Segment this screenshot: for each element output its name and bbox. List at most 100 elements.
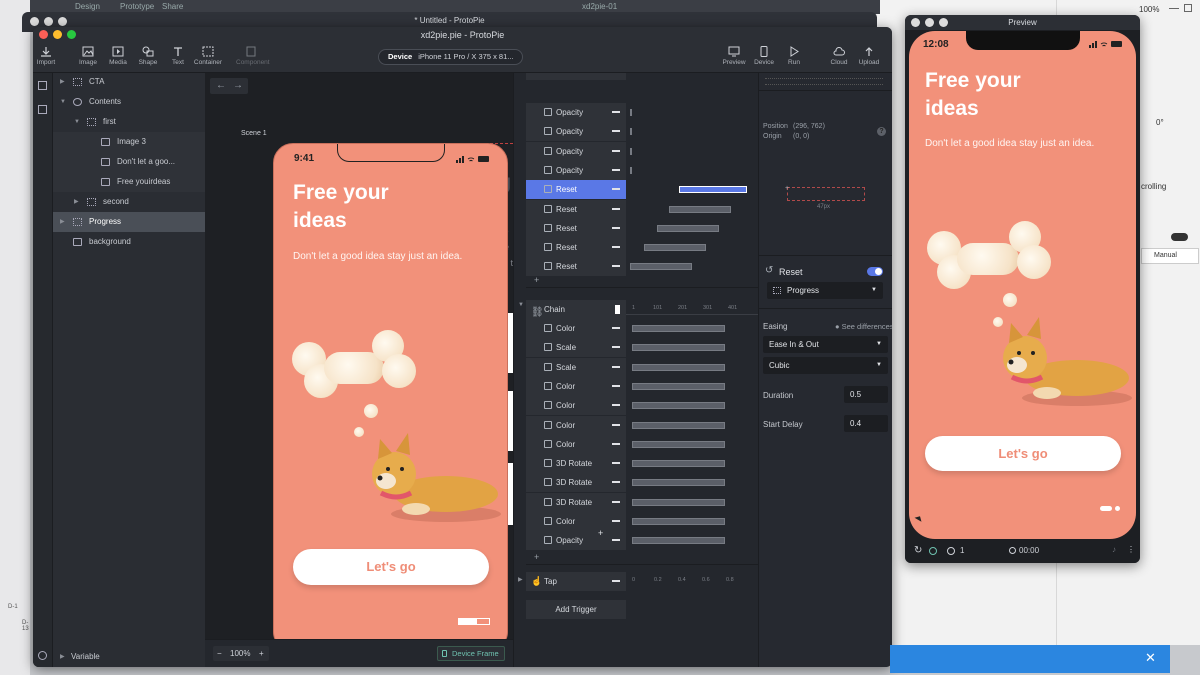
chevron-right-icon[interactable]: ▶ — [60, 212, 65, 232]
timeline-bar[interactable] — [630, 128, 632, 136]
help-icon[interactable]: ? — [877, 127, 886, 136]
layer-image-3[interactable]: Image 3 — [53, 132, 205, 152]
assets-icon[interactable] — [38, 105, 47, 114]
back-arrow-icon[interactable]: ← — [216, 78, 226, 93]
bg-tab-prototype[interactable]: Prototype — [120, 2, 154, 11]
media-button[interactable]: Media — [103, 46, 133, 66]
add-trigger-button[interactable]: Add Trigger — [526, 600, 626, 619]
target-layer-select[interactable]: Progress ▼ — [767, 282, 883, 299]
text-button[interactable]: Text — [163, 46, 193, 66]
response-row[interactable]: Opacity — [526, 122, 626, 142]
response-row[interactable]: Color — [526, 319, 626, 338]
timeline-bar[interactable] — [679, 186, 747, 194]
timeline-bar[interactable] — [669, 205, 731, 213]
timeline-bar[interactable] — [630, 166, 632, 174]
preview-button[interactable]: Preview — [719, 46, 749, 66]
bg-toggle[interactable] — [1171, 233, 1188, 241]
zoom-out-icon[interactable]: − — [217, 646, 222, 661]
canvas-area[interactable]: ← → Scene 1 J To ne — t 9:41 Free your i… — [205, 73, 513, 667]
timeline-bar[interactable] — [630, 109, 632, 116]
response-row[interactable]: Reset — [526, 180, 626, 200]
layer-second[interactable]: ▶ second — [53, 192, 205, 212]
record-icon[interactable] — [1009, 547, 1016, 554]
start-delay-input[interactable]: 0.4 — [844, 415, 888, 432]
import-button[interactable]: Import — [33, 46, 61, 66]
forward-arrow-icon[interactable]: → — [233, 78, 243, 93]
pages-icon[interactable] — [38, 81, 47, 90]
chevron-right-icon[interactable]: ▶ — [518, 576, 523, 583]
response-row[interactable]: Color — [526, 512, 626, 531]
response-row[interactable]: Reset — [526, 257, 626, 277]
response-row[interactable]: 3D Rotate — [526, 454, 626, 474]
layer-first[interactable]: ▼ first — [53, 112, 205, 132]
response-row[interactable]: Opacity — [526, 141, 626, 161]
device-frame-button[interactable]: Device Frame — [437, 646, 505, 661]
curve-select[interactable]: Cubic ▼ — [763, 357, 888, 374]
lets-go-button[interactable]: Let's go — [293, 549, 489, 585]
variable-section[interactable]: ▶ Variable — [53, 647, 205, 667]
touch-indicator-icon[interactable] — [929, 547, 937, 555]
layer-progress[interactable]: ▶ Progress — [53, 212, 205, 232]
bg-tab-design[interactable]: Design — [75, 2, 100, 11]
timeline-bar[interactable] — [632, 421, 725, 429]
speed-icon[interactable] — [947, 547, 955, 555]
bg-manual-select[interactable]: Manual — [1141, 248, 1199, 264]
device-selector[interactable]: Device iPhone 11 Pro / X 375 x 81... — [378, 49, 523, 65]
chevron-right-icon[interactable]: ▶ — [60, 647, 65, 667]
chevron-down-icon[interactable]: ▼ — [518, 302, 524, 308]
timeline-bar[interactable] — [630, 263, 692, 271]
chevron-down-icon[interactable]: ▼ — [74, 112, 80, 132]
timeline-bar[interactable] — [632, 537, 725, 545]
timeline-bar[interactable] — [632, 479, 725, 487]
response-row[interactable]: Color — [526, 415, 626, 435]
layer-dont-let[interactable]: Don't let a goo... — [53, 152, 205, 172]
response-toggle[interactable] — [867, 267, 883, 276]
trigger-chain[interactable]: ⛓ Chain — [526, 300, 626, 319]
add-response-top[interactable]: + — [534, 275, 539, 285]
layer-background[interactable]: background — [53, 232, 205, 252]
chevron-right-icon[interactable]: ▶ — [74, 192, 79, 212]
timeline-bar[interactable] — [632, 498, 725, 506]
scene-artboard[interactable]: 9:41 Free your ideas Don't let a good id… — [273, 143, 508, 650]
timeline-bar[interactable] — [632, 344, 725, 352]
bg-tab-share[interactable]: Share — [162, 2, 183, 11]
align-icons[interactable] — [765, 78, 883, 85]
timeline-bar[interactable] — [632, 325, 725, 332]
response-row[interactable]: Opacity — [526, 103, 626, 122]
response-row[interactable]: Scale — [526, 338, 626, 358]
settings-gear-icon[interactable] — [38, 651, 47, 660]
layer-contents[interactable]: ▼ Contents — [53, 92, 205, 112]
zoom-button[interactable] — [67, 30, 76, 39]
chevron-right-icon[interactable]: ▶ — [60, 72, 65, 92]
more-icon[interactable]: ⋮ — [1127, 545, 1135, 554]
trigger-tap[interactable]: ☝ Tap — [526, 572, 626, 591]
device-button[interactable]: Device — [749, 46, 779, 66]
layer-free-ideas[interactable]: Free youirdeas — [53, 172, 205, 192]
response-row[interactable]: Reset — [526, 199, 626, 219]
response-row[interactable]: Color — [526, 396, 626, 416]
timeline-bar[interactable] — [632, 363, 725, 371]
see-differences-link[interactable]: ● See differences — [835, 322, 892, 331]
preview-device[interactable]: 12:08 Free your ideas Don't let a good i… — [909, 31, 1136, 539]
speed-value[interactable]: 1 — [960, 546, 964, 555]
minimize-button[interactable] — [53, 30, 62, 39]
zoom-in-icon[interactable]: + — [259, 646, 264, 661]
traffic-lights[interactable] — [39, 30, 76, 39]
response-row[interactable]: Scale — [526, 357, 626, 377]
response-row[interactable]: Opacity — [526, 531, 626, 551]
component-button[interactable]: Component — [236, 46, 270, 66]
response-row[interactable]: 3D Rotate — [526, 473, 626, 493]
image-button[interactable]: Image — [73, 46, 103, 66]
mic-icon[interactable]: ♪ — [1112, 545, 1116, 554]
timeline-bar[interactable] — [632, 440, 725, 448]
timeline-bar[interactable] — [632, 460, 725, 468]
close-button[interactable] — [39, 30, 48, 39]
add-response-chain[interactable]: + — [534, 552, 539, 562]
shape-button[interactable]: Shape — [133, 46, 163, 66]
preview-lets-go-button[interactable]: Let's go — [925, 436, 1121, 471]
timeline-bar[interactable] — [632, 518, 725, 525]
response-row[interactable]: Opacity — [526, 160, 626, 180]
response-row[interactable]: 3D Rotate — [526, 492, 626, 512]
timeline-bar[interactable] — [632, 402, 725, 410]
easing-select[interactable]: Ease In & Out ▼ — [763, 336, 888, 353]
